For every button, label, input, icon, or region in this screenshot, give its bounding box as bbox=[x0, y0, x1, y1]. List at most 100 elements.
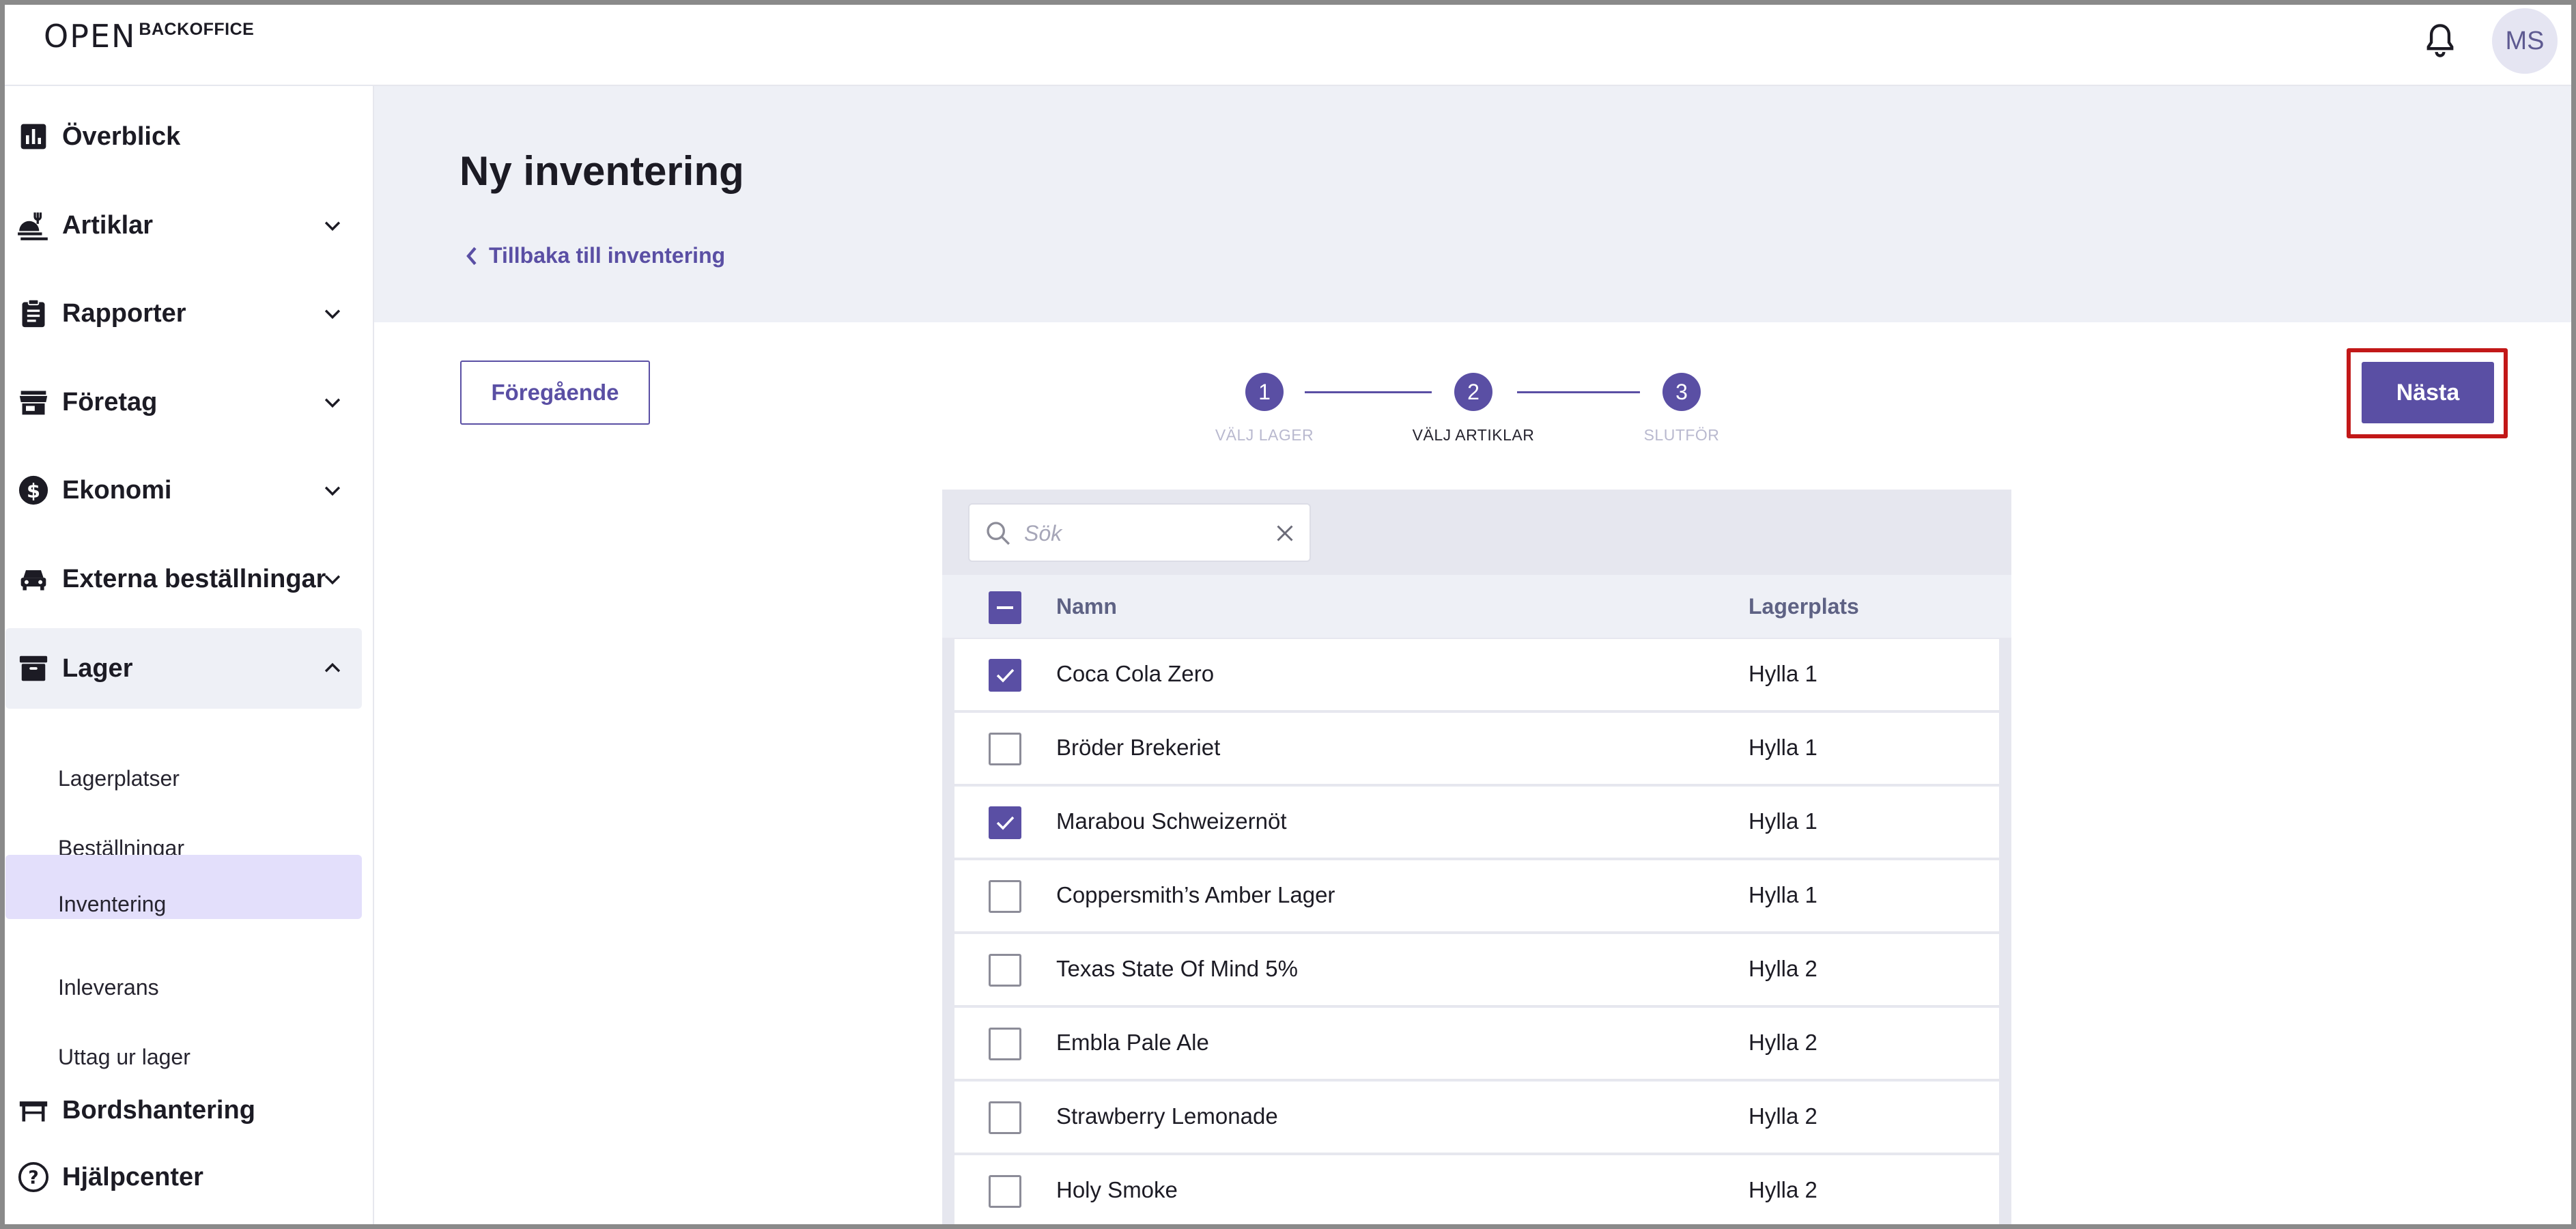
cell-location: Hylla 1 bbox=[1749, 882, 1817, 907]
logo-text: BACKOFFICE bbox=[139, 20, 255, 39]
table-row[interactable]: Embla Pale Ale Hylla 2 bbox=[954, 1008, 1999, 1080]
step-3-label: SLUTFÖR bbox=[1643, 426, 1720, 444]
archive-icon bbox=[16, 651, 51, 686]
row-checkbox[interactable] bbox=[989, 880, 1021, 913]
cell-location: Hylla 1 bbox=[1749, 808, 1817, 834]
table-row[interactable]: Bröder Brekeriet Hylla 1 bbox=[954, 713, 1999, 785]
sidebar-item-label: Hjälpcenter bbox=[62, 1162, 203, 1191]
svg-text:?: ? bbox=[28, 1168, 39, 1189]
sidebar-item-externa-bestallningar[interactable]: Externa beställningar bbox=[5, 546, 362, 612]
minus-icon bbox=[997, 606, 1013, 609]
search-icon bbox=[987, 522, 1010, 546]
sidebar-item-bordshantering[interactable]: Bordshantering bbox=[5, 1077, 362, 1143]
row-checkbox[interactable] bbox=[989, 806, 1021, 839]
table-row[interactable]: Coca Cola Zero Hylla 1 bbox=[954, 639, 1999, 711]
chevron-down-icon[interactable] bbox=[321, 214, 344, 237]
clipboard-icon bbox=[16, 296, 51, 330]
sidebar-item-ekonomi[interactable]: $ Ekonomi bbox=[5, 457, 362, 523]
sidebar-subitem-label: Inleverans bbox=[58, 975, 159, 1000]
chevron-up-icon[interactable] bbox=[321, 657, 344, 680]
row-checkbox[interactable] bbox=[989, 954, 1021, 987]
step-2-label: VÄLJ ARTIKLAR bbox=[1412, 426, 1535, 444]
chevron-down-icon[interactable] bbox=[321, 391, 344, 414]
logo-mark: OPEN bbox=[44, 18, 137, 55]
avatar[interactable]: MS bbox=[2492, 8, 2558, 74]
step-2-circle: 2 bbox=[1454, 373, 1492, 411]
chevron-left-icon bbox=[466, 246, 477, 265]
previous-button[interactable]: Föregående bbox=[460, 361, 650, 425]
cell-location: Hylla 2 bbox=[1749, 956, 1817, 981]
table-row[interactable]: Coppersmith’s Amber Lager Hylla 1 bbox=[954, 860, 1999, 933]
cell-name: Strawberry Lemonade bbox=[1056, 1103, 1278, 1129]
row-checkbox[interactable] bbox=[989, 1101, 1021, 1134]
table-row[interactable]: Texas State Of Mind 5% Hylla 2 bbox=[954, 934, 1999, 1006]
sidebar-item-label: Ekonomi bbox=[62, 475, 172, 505]
back-link-label: Tillbaka till inventering bbox=[489, 243, 726, 268]
column-header-name[interactable]: Namn bbox=[1056, 594, 1117, 619]
sidebar-subitem-label: Inventering bbox=[58, 892, 167, 916]
sidebar-item-label: Artiklar bbox=[62, 210, 154, 240]
cell-location: Hylla 2 bbox=[1749, 1177, 1817, 1202]
stepper-connector bbox=[1517, 391, 1640, 393]
sidebar-subitem-inventering[interactable]: Inventering bbox=[5, 855, 362, 919]
row-checkbox[interactable] bbox=[989, 1028, 1021, 1060]
table-row[interactable]: Marabou Schweizernöt Hylla 1 bbox=[954, 787, 1999, 859]
chevron-down-icon[interactable] bbox=[321, 302, 344, 325]
food-service-icon bbox=[16, 208, 51, 242]
sidebar: Överblick Artiklar Rapporter Företag $ E… bbox=[0, 86, 374, 1229]
cell-location: Hylla 1 bbox=[1749, 661, 1817, 686]
top-bar: OPEN BACKOFFICE MS bbox=[0, 0, 2576, 86]
storefront-icon bbox=[16, 385, 51, 419]
bar-chart-icon bbox=[16, 119, 51, 154]
table-row[interactable]: Holy Smoke Hylla 2 bbox=[954, 1155, 1999, 1228]
cell-location: Hylla 2 bbox=[1749, 1030, 1817, 1055]
sidebar-item-rapporter[interactable]: Rapporter bbox=[5, 281, 362, 346]
chevron-down-icon[interactable] bbox=[321, 479, 344, 502]
cell-location: Hylla 2 bbox=[1749, 1103, 1817, 1129]
row-checkbox[interactable] bbox=[989, 733, 1021, 765]
check-icon bbox=[996, 816, 1015, 830]
row-checkbox[interactable] bbox=[989, 659, 1021, 692]
row-checkbox[interactable] bbox=[989, 1175, 1021, 1208]
sidebar-subitem-inleverans[interactable]: Inleverans bbox=[5, 957, 362, 1021]
chevron-down-icon[interactable] bbox=[321, 567, 344, 591]
search-box[interactable] bbox=[968, 503, 1311, 562]
table-row[interactable]: Strawberry Lemonade Hylla 2 bbox=[954, 1082, 1999, 1154]
table-icon bbox=[16, 1093, 51, 1127]
sidebar-subitem-label: Uttag ur lager bbox=[58, 1045, 190, 1069]
sidebar-item-label: Lager bbox=[62, 653, 133, 683]
select-all-checkbox[interactable] bbox=[989, 591, 1021, 624]
close-icon[interactable] bbox=[1273, 521, 1297, 546]
step-1-label: VÄLJ LAGER bbox=[1215, 426, 1314, 444]
car-icon bbox=[16, 562, 51, 596]
sidebar-subitem-lagerplatser[interactable]: Lagerplatser bbox=[5, 748, 362, 813]
dollar-icon: $ bbox=[16, 473, 51, 507]
column-header-location[interactable]: Lagerplats bbox=[1749, 594, 1859, 619]
svg-text:$: $ bbox=[27, 479, 40, 503]
page-title: Ny inventering bbox=[459, 148, 744, 194]
sidebar-item-lager[interactable]: Lager bbox=[5, 628, 362, 709]
step-1-circle: 1 bbox=[1245, 373, 1284, 411]
cell-name: Embla Pale Ale bbox=[1056, 1030, 1209, 1055]
step-3-circle: 3 bbox=[1662, 373, 1701, 411]
sidebar-item-overblick[interactable]: Överblick bbox=[5, 104, 362, 169]
next-button[interactable]: Nästa bbox=[2362, 362, 2494, 423]
search-input[interactable] bbox=[1023, 517, 1258, 550]
cell-name: Marabou Schweizernöt bbox=[1056, 808, 1287, 834]
sidebar-item-artiklar[interactable]: Artiklar bbox=[5, 193, 362, 258]
sidebar-item-label: Bordshantering bbox=[62, 1095, 255, 1125]
cell-name: Texas State Of Mind 5% bbox=[1056, 956, 1298, 981]
cell-name: Coppersmith’s Amber Lager bbox=[1056, 882, 1335, 907]
sidebar-item-label: Rapporter bbox=[62, 298, 186, 328]
sidebar-item-label: Överblick bbox=[62, 122, 181, 151]
bell-icon[interactable] bbox=[2422, 22, 2458, 60]
table-header: Namn Lagerplats bbox=[942, 575, 2011, 638]
cell-name: Holy Smoke bbox=[1056, 1177, 1178, 1202]
sidebar-item-label: Externa beställningar bbox=[62, 564, 326, 593]
help-icon: ? bbox=[16, 1160, 51, 1194]
cell-location: Hylla 1 bbox=[1749, 735, 1817, 760]
sidebar-item-hjalpcenter[interactable]: ? Hjälpcenter bbox=[5, 1144, 362, 1210]
sidebar-item-foretag[interactable]: Företag bbox=[5, 369, 362, 435]
logo[interactable]: OPEN BACKOFFICE bbox=[44, 19, 254, 53]
back-link[interactable]: Tillbaka till inventering bbox=[464, 243, 725, 268]
